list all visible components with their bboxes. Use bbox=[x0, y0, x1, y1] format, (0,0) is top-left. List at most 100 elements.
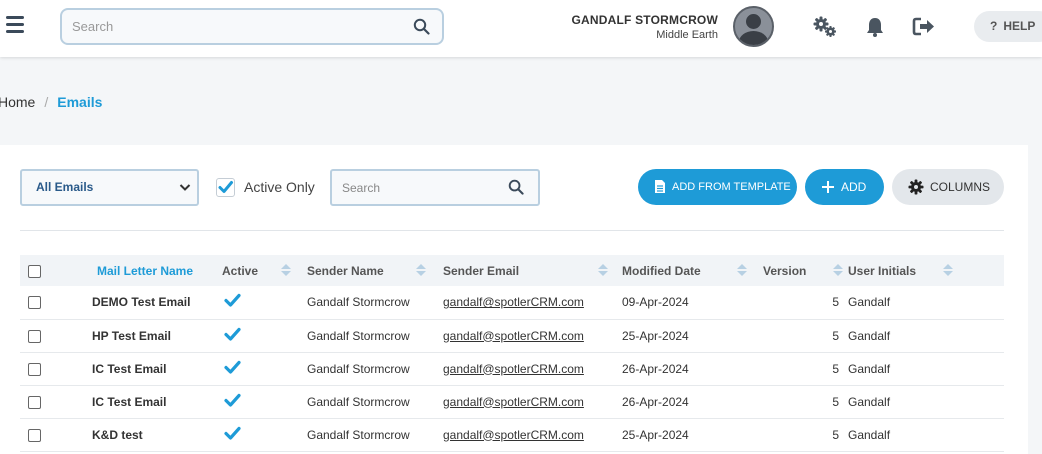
column-label: Modified Date bbox=[622, 263, 701, 278]
version: 5 bbox=[751, 286, 843, 320]
sort-icon[interactable] bbox=[942, 262, 954, 278]
sort-icon[interactable] bbox=[280, 262, 292, 278]
add-button[interactable]: ADD bbox=[805, 169, 884, 205]
mail-letter-name[interactable]: IC Test Email bbox=[50, 352, 208, 386]
row-select-cell bbox=[20, 352, 50, 386]
row-checkbox[interactable] bbox=[28, 395, 41, 409]
row-checkbox[interactable] bbox=[28, 296, 41, 310]
sender-email-link[interactable]: gandalf@spotlerCRM.com bbox=[443, 329, 584, 343]
row-select-cell bbox=[20, 385, 50, 419]
help-label: HELP bbox=[1003, 19, 1036, 33]
mail-letter-name[interactable]: K&D test bbox=[50, 418, 208, 452]
table-row[interactable]: DEMO Test Email Gandalf Stormcrow gandalf@… bbox=[20, 286, 1004, 320]
column-label: User Initials bbox=[848, 263, 917, 278]
table-row[interactable]: HP Test Email Gandalf Stormcrow gandalf@sp… bbox=[20, 319, 1004, 353]
check-icon bbox=[218, 181, 233, 193]
sender-email-link[interactable]: gandalf@spotlerCRM.com bbox=[443, 395, 584, 409]
user-initials: Gandalf bbox=[843, 319, 1004, 353]
row-select-cell bbox=[20, 286, 50, 320]
version: 5 bbox=[751, 385, 843, 419]
column-header-mail-letter-name[interactable]: Mail Letter Name bbox=[50, 255, 243, 286]
emails-table: Mail Letter Name Active Sender Name Send… bbox=[20, 255, 1004, 452]
row-checkbox[interactable] bbox=[28, 428, 41, 442]
active-only-checkbox[interactable] bbox=[216, 178, 235, 197]
avatar[interactable] bbox=[733, 6, 774, 47]
gear-icon bbox=[908, 179, 924, 195]
sender-email-cell: gandalf@spotlerCRM.com bbox=[428, 286, 609, 320]
table-row[interactable]: K&D test Gandalf Stormcrow gandalf@spotler… bbox=[20, 418, 1004, 452]
column-label: Active bbox=[222, 263, 259, 278]
global-search-box bbox=[60, 8, 444, 45]
check-icon bbox=[224, 426, 241, 440]
sender-name: Gandalf Stormcrow bbox=[296, 418, 428, 452]
sender-email-link[interactable]: gandalf@spotlerCRM.com bbox=[443, 428, 584, 442]
search-icon[interactable] bbox=[508, 179, 524, 195]
mail-letter-name[interactable]: IC Test Email bbox=[50, 385, 208, 419]
global-search-input[interactable] bbox=[72, 10, 402, 43]
sender-email-link[interactable]: gandalf@spotlerCRM.com bbox=[443, 362, 584, 376]
column-header-user-initials[interactable]: User Initials bbox=[843, 255, 1004, 286]
settings-cogs-icon[interactable] bbox=[812, 15, 838, 39]
hamburger-menu-icon[interactable] bbox=[6, 16, 26, 34]
sort-icon[interactable] bbox=[597, 262, 609, 278]
row-checkbox[interactable] bbox=[28, 329, 41, 343]
search-icon[interactable] bbox=[413, 18, 430, 35]
active-cell bbox=[208, 352, 296, 386]
column-header-sender-email[interactable]: Sender Email bbox=[428, 255, 609, 286]
mail-letter-name[interactable]: HP Test Email bbox=[50, 319, 208, 353]
breadcrumb-current: Emails bbox=[57, 94, 103, 110]
sender-email-link[interactable]: gandalf@spotlerCRM.com bbox=[443, 295, 584, 309]
check-icon bbox=[224, 360, 241, 374]
sender-name: Gandalf Stormcrow bbox=[296, 286, 428, 320]
column-header-version[interactable]: Version bbox=[751, 255, 843, 286]
columns-label: COLUMNS bbox=[930, 180, 991, 194]
chevron-down-icon bbox=[179, 184, 191, 191]
column-label: Sender Name bbox=[307, 263, 384, 278]
check-icon bbox=[224, 393, 241, 407]
sender-name: Gandalf Stormcrow bbox=[296, 385, 428, 419]
bell-icon[interactable] bbox=[864, 15, 890, 39]
table-search-input[interactable] bbox=[342, 171, 502, 204]
sort-icon[interactable] bbox=[736, 262, 748, 278]
active-only-toggle[interactable]: Active Only bbox=[216, 178, 315, 198]
divider bbox=[20, 230, 1004, 231]
sender-name: Gandalf Stormcrow bbox=[296, 319, 428, 353]
row-checkbox[interactable] bbox=[28, 362, 41, 376]
breadcrumb: Home / Emails bbox=[0, 94, 102, 110]
breadcrumb-home[interactable]: Home bbox=[0, 94, 35, 110]
email-filter-value: All Emails bbox=[36, 180, 94, 194]
user-initials: Gandalf bbox=[843, 286, 1004, 320]
row-select-cell bbox=[20, 319, 50, 353]
column-header-active[interactable]: Active bbox=[208, 255, 296, 286]
column-label: Sender Email bbox=[443, 263, 520, 278]
help-button[interactable]: ? HELP bbox=[974, 11, 1042, 42]
table-body: DEMO Test Email Gandalf Stormcrow gandalf@… bbox=[20, 286, 1004, 452]
email-filter-select[interactable]: All Emails bbox=[20, 169, 199, 206]
check-icon bbox=[224, 327, 241, 341]
column-header-modified-date[interactable]: Modified Date bbox=[609, 255, 751, 286]
table-row[interactable]: IC Test Email Gandalf Stormcrow gandalf@sp… bbox=[20, 385, 1004, 419]
table-search-box bbox=[330, 169, 540, 206]
select-all-cell bbox=[20, 255, 50, 286]
sender-email-cell: gandalf@spotlerCRM.com bbox=[428, 418, 609, 452]
logout-icon[interactable] bbox=[912, 15, 938, 39]
user-location: Middle Earth bbox=[656, 29, 718, 41]
table-row[interactable]: IC Test Email Gandalf Stormcrow gandalf@sp… bbox=[20, 352, 1004, 386]
mail-letter-name[interactable]: DEMO Test Email bbox=[50, 286, 208, 320]
add-from-template-label: ADD FROM TEMPLATE bbox=[672, 181, 791, 193]
sort-icon[interactable] bbox=[415, 262, 427, 278]
active-cell bbox=[208, 319, 296, 353]
add-from-template-button[interactable]: ADD FROM TEMPLATE bbox=[638, 169, 797, 205]
version: 5 bbox=[751, 352, 843, 386]
modified-date: 25-Apr-2024 bbox=[609, 418, 751, 452]
column-label: Mail Letter Name bbox=[97, 263, 194, 278]
modified-date: 26-Apr-2024 bbox=[609, 352, 751, 386]
select-all-checkbox[interactable] bbox=[28, 264, 41, 278]
sender-email-cell: gandalf@spotlerCRM.com bbox=[428, 319, 609, 353]
columns-button[interactable]: COLUMNS bbox=[892, 169, 1004, 205]
emails-card: All Emails Active Only ADD FROM TEMPLATE… bbox=[0, 145, 1028, 454]
column-header-sender-name[interactable]: Sender Name bbox=[296, 255, 428, 286]
column-label: Version bbox=[763, 263, 807, 278]
sender-email-cell: gandalf@spotlerCRM.com bbox=[428, 385, 609, 419]
modified-date: 09-Apr-2024 bbox=[609, 286, 751, 320]
